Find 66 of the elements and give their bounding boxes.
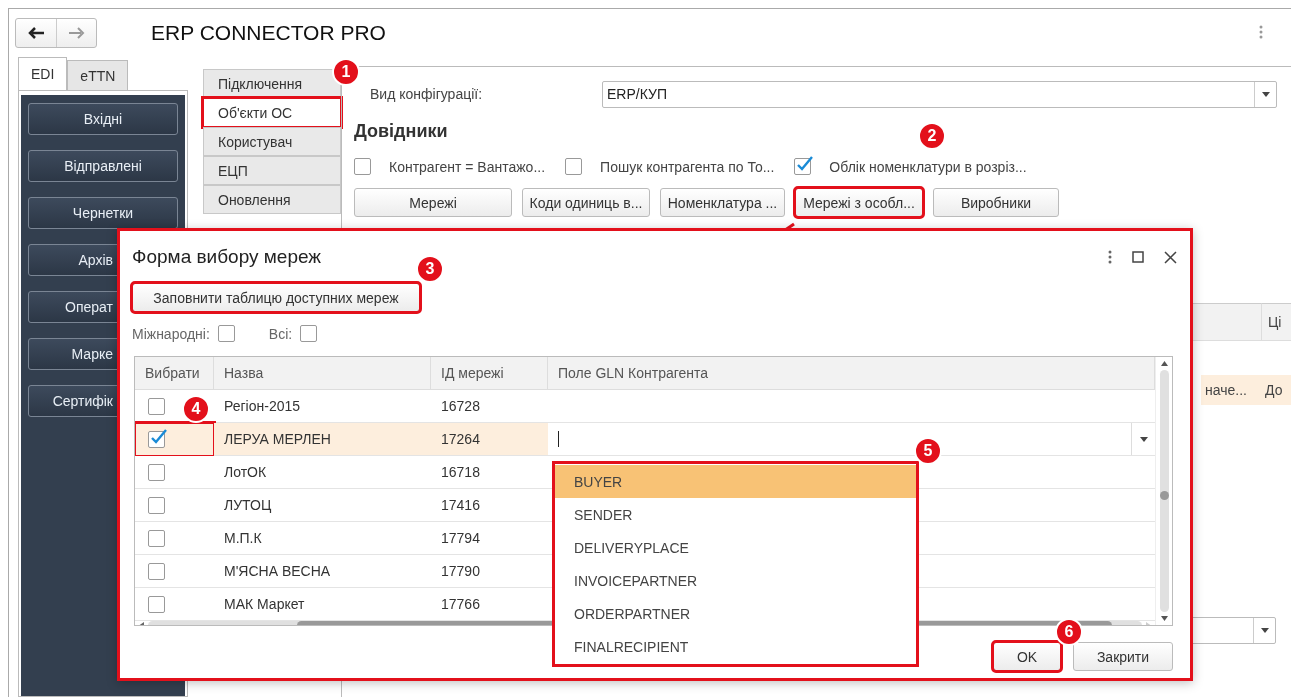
option-label: Пошук контрагента по То... — [600, 158, 775, 175]
checkbox[interactable] — [565, 158, 583, 175]
dialog-button[interactable]: Закрити — [1073, 642, 1173, 671]
sidebar-button[interactable]: Відправлені — [28, 150, 178, 182]
caret-icon — [1260, 628, 1269, 633]
column-header: Назва — [214, 357, 431, 390]
config-select[interactable]: ERP/КУП — [602, 80, 1277, 108]
column-header: ІД мережі — [431, 357, 548, 390]
scroll-thumb[interactable] — [1159, 491, 1169, 500]
directory-button[interactable]: Виробники — [933, 188, 1059, 217]
window-title: ERP CONNECTOR PRO — [151, 21, 386, 45]
table-cell: ЛЕРУА МЕРЛЕН — [214, 423, 431, 456]
fill-table-button[interactable]: Заповнити таблицю доступних мереж — [132, 283, 420, 312]
caret-icon — [1139, 436, 1148, 442]
dialog-button[interactable]: OK — [993, 642, 1061, 671]
section-tab[interactable]: ЕЦП — [203, 156, 341, 185]
column-header: Ці — [1261, 303, 1291, 341]
option-label: Контрагент = Вантажо... — [389, 158, 546, 175]
table-cell: наче... — [1201, 375, 1261, 405]
tab[interactable]: eTTN — [67, 60, 129, 90]
vertical-scrollbar[interactable] — [1155, 357, 1172, 625]
column-header: Вибрати — [135, 357, 214, 390]
section-tab[interactable]: Об'єкти ОС — [203, 98, 341, 127]
step-badge: 2 — [918, 122, 946, 150]
checkbox[interactable] — [148, 463, 165, 481]
checkbox[interactable] — [794, 158, 812, 175]
checkbox[interactable] — [148, 562, 165, 580]
arrow-right-icon — [68, 27, 85, 39]
section-heading: Довідники — [354, 121, 448, 142]
directory-button[interactable]: Мережі з особл... — [795, 188, 923, 217]
option-label: Облік номенклатури в розріз... — [829, 158, 1027, 175]
directory-button[interactable]: Мережі — [354, 188, 512, 217]
caret-icon — [1261, 91, 1270, 97]
section-tab[interactable]: Користувач — [203, 127, 341, 156]
checkbox[interactable] — [354, 158, 371, 175]
section-tab[interactable]: Підключення — [203, 69, 341, 98]
close-icon[interactable] — [1164, 250, 1177, 264]
scroll-up-icon[interactable] — [1160, 361, 1168, 366]
config-label: Вид конфігурації: — [369, 86, 484, 102]
dropdown-item[interactable]: BUYER — [555, 465, 916, 498]
table-cell: До — [1261, 375, 1291, 405]
checkbox[interactable] — [217, 325, 235, 342]
tab[interactable]: EDI — [18, 57, 68, 90]
table-cell: 17264 — [431, 423, 548, 456]
checkbox[interactable] — [148, 496, 165, 514]
directory-button[interactable]: Номенклатура ... — [660, 188, 785, 217]
table-cell: ЛотОК — [214, 456, 431, 489]
more-icon[interactable] — [1259, 24, 1263, 39]
directory-button[interactable]: Коди одиниць в... — [522, 188, 650, 217]
more-icon[interactable] — [1108, 250, 1112, 264]
gln-input-field[interactable] — [548, 423, 1155, 456]
sidebar-button[interactable]: Чернетки — [28, 197, 178, 229]
checkbox[interactable] — [148, 595, 165, 613]
arrow-left-icon — [28, 27, 44, 39]
checkbox[interactable] — [148, 430, 165, 448]
column-header: Поле GLN Контрагента — [548, 357, 1155, 390]
maximize-icon[interactable] — [1132, 251, 1144, 263]
step-badge: 1 — [332, 58, 360, 86]
scroll-down-icon[interactable] — [1160, 616, 1168, 621]
section-tab[interactable]: Оновлення — [203, 185, 341, 214]
checkbox[interactable] — [148, 397, 165, 415]
sidebar-button[interactable]: Вхідні — [28, 103, 178, 135]
checkbox[interactable] — [148, 529, 165, 547]
checkbox[interactable] — [300, 325, 318, 342]
filter-label: Всі: — [268, 325, 293, 342]
select-field[interactable] — [1190, 617, 1276, 644]
